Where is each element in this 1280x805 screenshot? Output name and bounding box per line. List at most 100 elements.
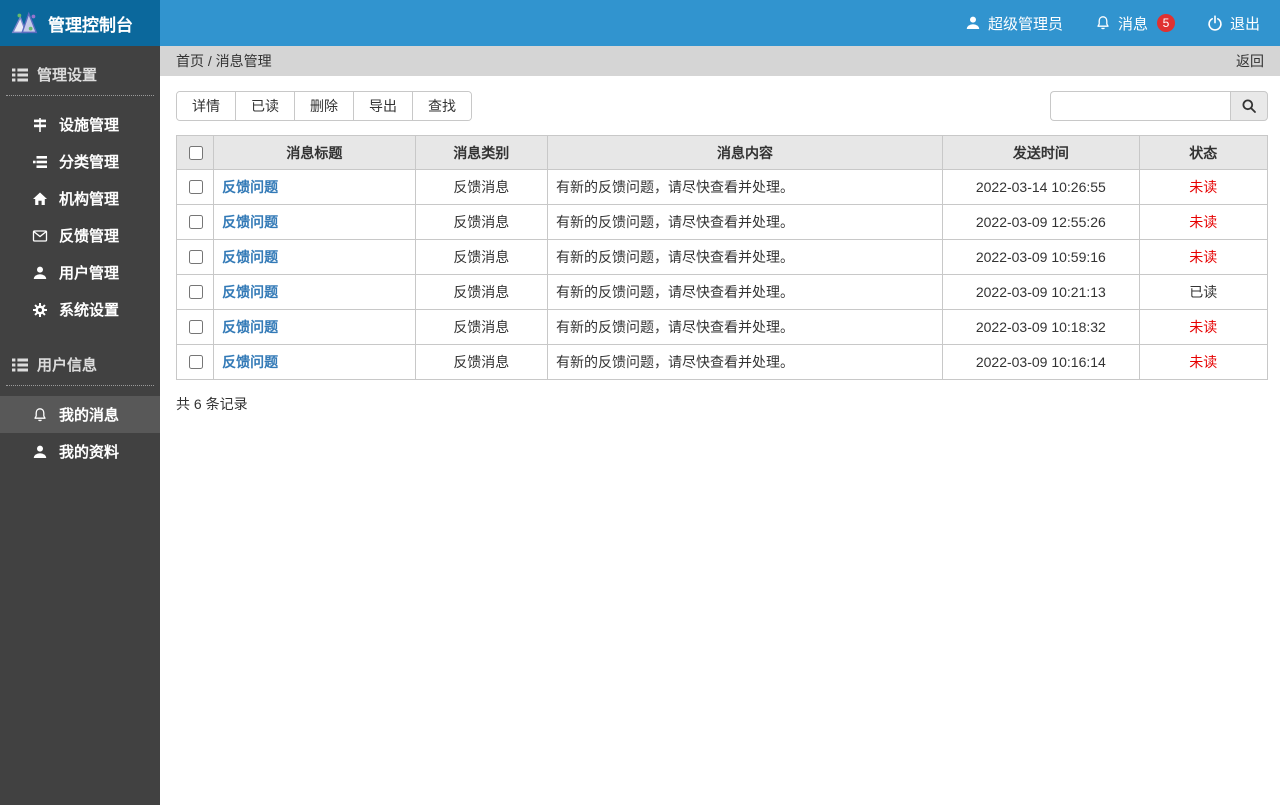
power-icon: [1207, 15, 1223, 31]
message-title-link[interactable]: 反馈问题: [222, 284, 278, 300]
sidebar-item-label: 机构管理: [59, 188, 119, 209]
header-message-content: 消息内容: [548, 136, 943, 170]
user-icon: [32, 265, 48, 281]
row-checkbox-cell: [177, 205, 214, 240]
message-category: 反馈消息: [415, 345, 547, 380]
sidebar-item-system-settings[interactable]: 系统设置: [0, 291, 160, 328]
export-button[interactable]: 导出: [354, 92, 413, 120]
sidebar-item-label: 我的资料: [59, 441, 119, 462]
message-category: 反馈消息: [415, 205, 547, 240]
sidebar-item-label: 分类管理: [59, 151, 119, 172]
sidebar-section-user-info: 用户信息: [6, 340, 154, 386]
logout-button[interactable]: 退出: [1207, 13, 1260, 34]
current-user-label: 超级管理员: [988, 13, 1063, 34]
message-title-link[interactable]: 反馈问题: [222, 214, 278, 230]
header-status: 状态: [1139, 136, 1267, 170]
row-checkbox[interactable]: [189, 320, 203, 334]
find-button[interactable]: 查找: [413, 92, 471, 120]
row-checkbox[interactable]: [189, 180, 203, 194]
sidebar-section-admin-settings: 管理设置: [6, 50, 154, 96]
message-status: 已读: [1139, 275, 1267, 310]
list-icon: [12, 67, 28, 83]
sidebar-menu-admin: 设施管理 分类管理 机: [0, 96, 160, 340]
message-content: 有新的反馈问题，请尽快查看并处理。: [548, 240, 943, 275]
sidebar-menu-user: 我的消息 我的资料: [0, 386, 160, 482]
sidebar-item-label: 我的消息: [59, 404, 119, 425]
sidebar-item-label: 反馈管理: [59, 225, 119, 246]
row-checkbox[interactable]: [189, 355, 203, 369]
message-status: 未读: [1139, 170, 1267, 205]
sidebar-section-title: 用户信息: [37, 354, 97, 375]
row-checkbox-cell: [177, 275, 214, 310]
header-send-time: 发送时间: [943, 136, 1140, 170]
message-category: 反馈消息: [415, 170, 547, 205]
table-row: 反馈问题 反馈消息 有新的反馈问题，请尽快查看并处理。 2022-03-14 1…: [177, 170, 1268, 205]
bell-icon: [1095, 15, 1111, 31]
current-user[interactable]: 超级管理员: [965, 13, 1063, 34]
mark-read-button[interactable]: 已读: [236, 92, 295, 120]
table-row: 反馈问题 反馈消息 有新的反馈问题，请尽快查看并处理。 2022-03-09 1…: [177, 240, 1268, 275]
message-time: 2022-03-14 10:26:55: [943, 170, 1140, 205]
message-time: 2022-03-09 10:18:32: [943, 310, 1140, 345]
breadcrumb: 首页 / 消息管理: [176, 51, 272, 71]
content: 详情 已读 删除 导出 查找: [160, 76, 1280, 430]
logout-label: 退出: [1230, 13, 1260, 34]
sidebar-item-user-management[interactable]: 用户管理: [0, 254, 160, 291]
row-checkbox-cell: [177, 310, 214, 345]
message-title-link[interactable]: 反馈问题: [222, 319, 278, 335]
message-category: 反馈消息: [415, 310, 547, 345]
gear-icon: [32, 302, 48, 318]
message-status: 未读: [1139, 310, 1267, 345]
table-header-row: 消息标题 消息类别 消息内容 发送时间 状态: [177, 136, 1268, 170]
list-icon: [12, 357, 28, 373]
message-time: 2022-03-09 12:55:26: [943, 205, 1140, 240]
sidebar-item-my-messages[interactable]: 我的消息: [0, 396, 160, 433]
message-time: 2022-03-09 10:16:14: [943, 345, 1140, 380]
stream-icon: [32, 154, 48, 170]
search-button[interactable]: [1230, 91, 1268, 121]
topbar-right: 超级管理员 消息 5 退出: [965, 0, 1280, 46]
message-content: 有新的反馈问题，请尽快查看并处理。: [548, 345, 943, 380]
row-checkbox-cell: [177, 170, 214, 205]
message-status: 未读: [1139, 240, 1267, 275]
search-icon: [1241, 98, 1257, 114]
app-logo-icon: [10, 8, 40, 38]
sidebar-item-category-management[interactable]: 分类管理: [0, 143, 160, 180]
message-content: 有新的反馈问题，请尽快查看并处理。: [548, 205, 943, 240]
envelope-icon: [32, 228, 48, 244]
table-body: 反馈问题 反馈消息 有新的反馈问题，请尽快查看并处理。 2022-03-14 1…: [177, 170, 1268, 380]
user-icon: [965, 15, 981, 31]
sidebar-item-label: 设施管理: [59, 114, 119, 135]
sidebar: 管理设置 设施管理: [0, 46, 160, 805]
row-checkbox[interactable]: [189, 250, 203, 264]
search-input[interactable]: [1050, 91, 1230, 121]
detail-button[interactable]: 详情: [177, 92, 236, 120]
messages-count-badge: 5: [1157, 14, 1175, 32]
row-checkbox[interactable]: [189, 285, 203, 299]
main: 首页 / 消息管理 返回 详情 已读 删除 导出 查找: [160, 46, 1280, 805]
message-time: 2022-03-09 10:59:16: [943, 240, 1140, 275]
sidebar-item-organization-management[interactable]: 机构管理: [0, 180, 160, 217]
table-row: 反馈问题 反馈消息 有新的反馈问题，请尽快查看并处理。 2022-03-09 1…: [177, 205, 1268, 240]
message-category: 反馈消息: [415, 240, 547, 275]
select-all-checkbox[interactable]: [189, 146, 203, 160]
table-row: 反馈问题 反馈消息 有新的反馈问题，请尽快查看并处理。 2022-03-09 1…: [177, 345, 1268, 380]
message-content: 有新的反馈问题，请尽快查看并处理。: [548, 310, 943, 345]
delete-button[interactable]: 删除: [295, 92, 354, 120]
message-title-link[interactable]: 反馈问题: [222, 249, 278, 265]
message-status: 未读: [1139, 205, 1267, 240]
layout: 管理设置 设施管理: [0, 46, 1280, 805]
sidebar-item-label: 用户管理: [59, 262, 119, 283]
message-title-link[interactable]: 反馈问题: [222, 354, 278, 370]
sidebar-item-facility-management[interactable]: 设施管理: [0, 106, 160, 143]
message-title-link[interactable]: 反馈问题: [222, 179, 278, 195]
messages-button[interactable]: 消息 5: [1095, 13, 1175, 34]
action-button-group: 详情 已读 删除 导出 查找: [176, 91, 472, 121]
sidebar-item-feedback-management[interactable]: 反馈管理: [0, 217, 160, 254]
back-link[interactable]: 返回: [1236, 51, 1264, 71]
sidebar-item-my-profile[interactable]: 我的资料: [0, 433, 160, 470]
record-count: 共 6 条记录: [176, 394, 1268, 414]
message-status: 未读: [1139, 345, 1267, 380]
row-checkbox[interactable]: [189, 215, 203, 229]
sidebar-item-label: 系统设置: [59, 299, 119, 320]
